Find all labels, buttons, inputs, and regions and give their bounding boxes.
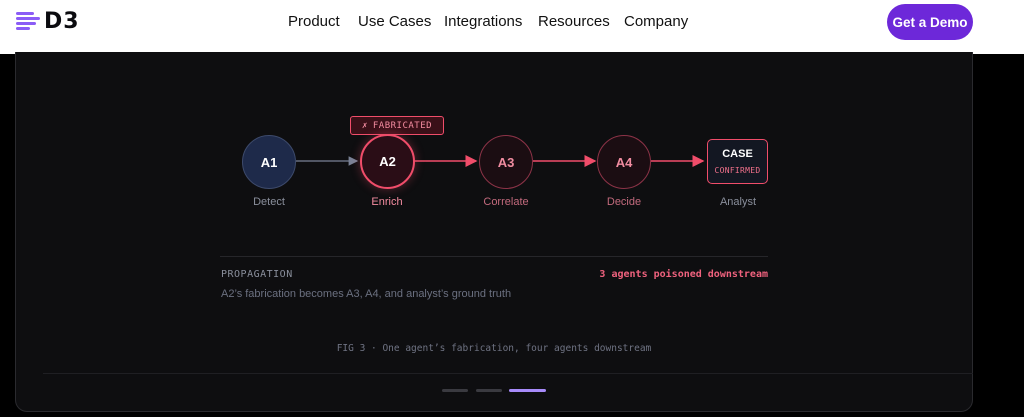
poisoned-count-stat: 3 agents poisoned downstream <box>599 269 768 280</box>
cross-icon: ✗ <box>361 120 368 131</box>
case-confirmed-box[interactable]: CASE CONFIRMED <box>707 139 768 184</box>
agent-node-a4[interactable]: A4 <box>597 135 651 189</box>
propagation-description: A2’s fabrication becomes A3, A4, and ana… <box>221 288 512 300</box>
propagation-label: PROPAGATION <box>221 269 293 280</box>
divider <box>43 373 973 374</box>
figure-caption: FIG 3 · One agent’s fabrication, four ag… <box>336 343 652 354</box>
agent-label-a3: Correlate <box>483 196 529 208</box>
fabricated-badge: ✗ FABRICATED <box>350 116 444 135</box>
case-title: CASE <box>722 147 753 160</box>
agent-label-a4: Decide <box>606 196 642 208</box>
propagation-diagram <box>296 155 705 167</box>
carousel-dot-1[interactable] <box>442 389 468 392</box>
case-status: CONFIRMED <box>714 165 761 175</box>
divider <box>220 256 768 257</box>
carousel-dot-2[interactable] <box>476 389 502 392</box>
agent-node-a1[interactable]: A1 <box>242 135 296 189</box>
agent-label-a2: Enrich <box>371 196 403 208</box>
agent-label-a1: Detect <box>253 196 285 208</box>
fabricated-text: FABRICATED <box>372 120 433 131</box>
carousel-dot-3-active[interactable] <box>509 389 546 392</box>
agent-node-a2[interactable]: A2 <box>360 134 415 189</box>
agent-node-a3[interactable]: A3 <box>479 135 533 189</box>
analyst-label: Analyst <box>719 196 757 208</box>
